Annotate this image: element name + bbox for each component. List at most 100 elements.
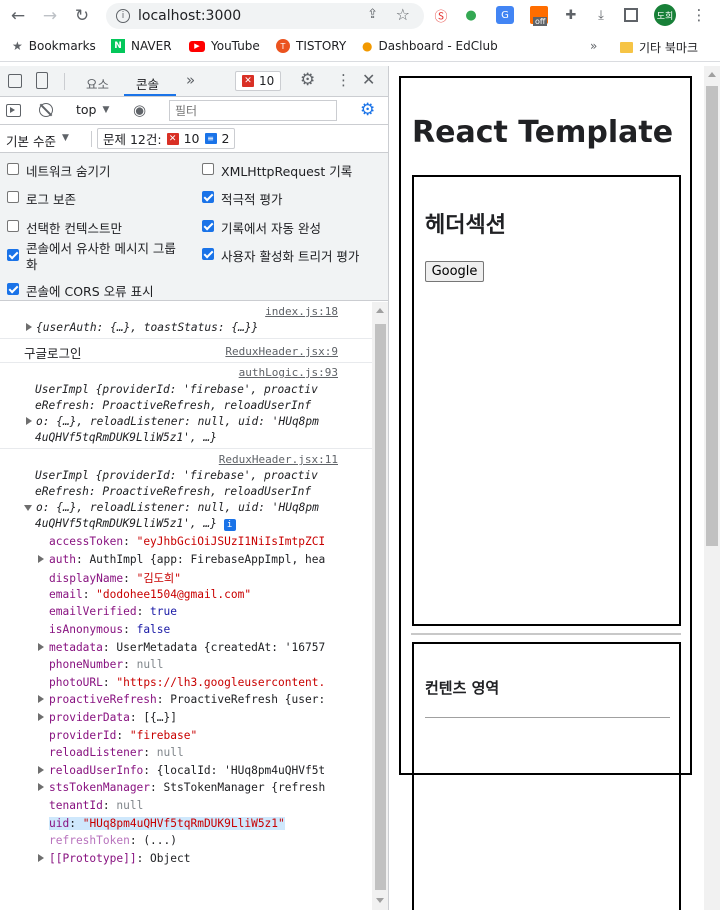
tab-elements[interactable]: 요소: [86, 74, 109, 93]
url-text[interactable]: localhost:3000: [138, 8, 241, 24]
source-link[interactable]: index.js:18: [265, 305, 338, 318]
object-line[interactable]: o: {…}, reloadListener: null, uid: 'HUq8…: [26, 415, 319, 428]
scroll-down-arrow-icon[interactable]: [376, 898, 384, 903]
checkbox[interactable]: [202, 220, 214, 232]
property-row[interactable]: tenantId: null: [49, 799, 143, 812]
checkbox[interactable]: [202, 248, 214, 260]
object-line[interactable]: o: {…}, reloadListener: null, uid: 'HUq8…: [24, 501, 319, 514]
console-settings-icon[interactable]: ⚙: [360, 100, 375, 120]
bookmark-edclub[interactable]: ● Dashboard - EdClub: [362, 39, 498, 53]
bookmarks-folder[interactable]: ★ Bookmarks: [12, 39, 96, 53]
property-row[interactable]: displayName: "김도희": [49, 570, 181, 586]
bookmark-naver[interactable]: N NAVER: [111, 39, 172, 53]
expand-arrow-icon[interactable]: [38, 765, 44, 774]
expand-arrow-icon[interactable]: [26, 323, 32, 331]
property-row[interactable]: uid: "HUq8pm4uQHVf5tqRmDUK9LliW5z1": [49, 816, 285, 830]
scroll-thumb[interactable]: [706, 86, 718, 546]
option-preserve-log[interactable]: 로그 보존: [7, 189, 76, 208]
settings-gear-icon[interactable]: ⚙: [300, 70, 315, 90]
option-hide-network[interactable]: 네트워크 숨기기: [7, 161, 110, 180]
property-row[interactable]: emailVerified: true: [49, 605, 177, 618]
eye-icon[interactable]: ◉: [133, 101, 146, 119]
console-scrollbar[interactable]: [372, 302, 388, 910]
collapse-arrow-icon[interactable]: [24, 505, 32, 511]
filter-input[interactable]: [169, 100, 337, 121]
forward-arrow-icon[interactable]: →: [38, 4, 62, 28]
more-tabs[interactable]: »: [186, 71, 195, 89]
extension-s-icon[interactable]: Ⓢ: [432, 6, 450, 25]
page-scrollbar[interactable]: [704, 66, 720, 910]
context-select[interactable]: top ▼: [76, 102, 109, 117]
property-row[interactable]: refreshToken: (...): [49, 834, 177, 847]
device-toolbar-icon[interactable]: [36, 72, 48, 89]
option-log-xhr[interactable]: XMLHttpRequest 기록: [202, 161, 352, 180]
option-group-similar[interactable]: 콘솔에서 유사한 메시지 그룹화: [7, 241, 187, 273]
property-row[interactable]: isAnonymous: false: [49, 623, 170, 636]
checkbox[interactable]: [7, 220, 19, 232]
error-counter[interactable]: ✕ 10: [235, 71, 281, 91]
google-login-button[interactable]: Google: [425, 261, 484, 282]
log-level-select[interactable]: 기본 수준 ▼: [6, 131, 69, 150]
bookmark-star-icon[interactable]: ☆: [396, 5, 410, 24]
reload-icon[interactable]: ↻: [70, 4, 94, 28]
menu-kebab-icon[interactable]: ⋮: [690, 6, 708, 24]
bookmark-tistory[interactable]: T TISTORY: [276, 39, 346, 53]
tab-console[interactable]: 콘솔: [136, 74, 159, 93]
property-row[interactable]: proactiveRefresh: ProactiveRefresh {user…: [38, 693, 325, 706]
back-arrow-icon[interactable]: ←: [6, 4, 30, 28]
checkbox[interactable]: [7, 191, 19, 203]
option-autocomplete[interactable]: 기록에서 자동 완성: [202, 218, 321, 237]
download-icon[interactable]: ⤓: [592, 6, 610, 24]
scroll-up-arrow-icon[interactable]: [376, 308, 384, 313]
expand-arrow-icon[interactable]: [38, 853, 44, 862]
expand-arrow-icon[interactable]: [38, 642, 44, 651]
checkbox[interactable]: [202, 191, 214, 203]
expand-arrow-icon[interactable]: [38, 695, 44, 704]
bookmark-youtube[interactable]: ▶ YouTube: [189, 39, 260, 53]
checkbox[interactable]: [7, 249, 19, 261]
issues-button[interactable]: 문제 12건: ✕ 10 ≡ 2: [97, 128, 236, 149]
source-link[interactable]: ReduxHeader.jsx:9: [225, 345, 338, 358]
property-row[interactable]: providerId: "firebase": [49, 729, 197, 742]
property-row[interactable]: metadata: UserMetadata {createdAt: '1675…: [38, 641, 325, 654]
property-row[interactable]: photoURL: "https://lh3.googleusercontent…: [49, 676, 325, 689]
clear-console-icon[interactable]: [39, 103, 53, 117]
property-row[interactable]: email: "dodohee1504@gmail.com": [49, 588, 251, 601]
option-user-activation[interactable]: 사용자 활성화 트리거 평가: [202, 246, 359, 265]
avatar[interactable]: 도희: [654, 4, 676, 26]
inspect-icon[interactable]: [8, 74, 22, 88]
info-icon[interactable]: i: [223, 519, 236, 531]
option-selected-context[interactable]: 선택한 컨텍스트만: [7, 218, 122, 237]
property-row[interactable]: reloadUserInfo: {localId: 'HUq8pm4uQHVf5…: [38, 764, 325, 777]
expand-arrow-icon[interactable]: [26, 417, 32, 425]
sidebar-toggle-icon[interactable]: [6, 104, 21, 117]
checkbox[interactable]: [7, 163, 19, 175]
expand-arrow-icon[interactable]: [38, 713, 44, 721]
source-link[interactable]: ReduxHeader.jsx:11: [219, 453, 338, 466]
expand-arrow-icon[interactable]: [38, 783, 44, 792]
extension-globe-icon[interactable]: ●: [462, 6, 480, 24]
checkbox[interactable]: [7, 283, 19, 295]
extension-off-icon[interactable]: off: [530, 6, 548, 26]
translate-icon[interactable]: G: [496, 6, 514, 24]
property-row[interactable]: auth: AuthImpl {app: FirebaseAppImpl, he…: [38, 553, 325, 566]
property-row[interactable]: providerData: [{…}]: [38, 711, 177, 724]
other-bookmarks[interactable]: 기타 북마크: [620, 39, 698, 56]
scroll-up-arrow-icon[interactable]: [708, 72, 716, 77]
info-icon[interactable]: i: [116, 9, 130, 23]
address-bar[interactable]: i localhost:3000 ⇪ ☆: [106, 3, 424, 29]
option-cors-errors[interactable]: 콘솔에 CORS 오류 표시: [7, 281, 154, 300]
more-bookmarks[interactable]: »: [590, 39, 597, 53]
property-row[interactable]: phoneNumber: null: [49, 658, 164, 671]
source-link[interactable]: authLogic.js:93: [239, 366, 338, 379]
more-options-icon[interactable]: ⋮: [336, 71, 351, 89]
close-icon[interactable]: ✕: [362, 70, 375, 89]
property-row[interactable]: [[Prototype]]: Object: [38, 852, 190, 865]
share-icon[interactable]: ⇪: [367, 7, 378, 22]
property-row[interactable]: reloadListener: null: [49, 746, 184, 759]
property-row[interactable]: accessToken: "eyJhbGciOiJSUzI1NiIsImtpZC…: [49, 535, 325, 548]
expand-arrow-icon[interactable]: [38, 554, 44, 563]
console-message[interactable]: {userAuth: {…}, toastStatus: {…}}: [26, 321, 258, 334]
scroll-thumb[interactable]: [375, 324, 386, 890]
side-panel-icon[interactable]: [624, 8, 638, 22]
